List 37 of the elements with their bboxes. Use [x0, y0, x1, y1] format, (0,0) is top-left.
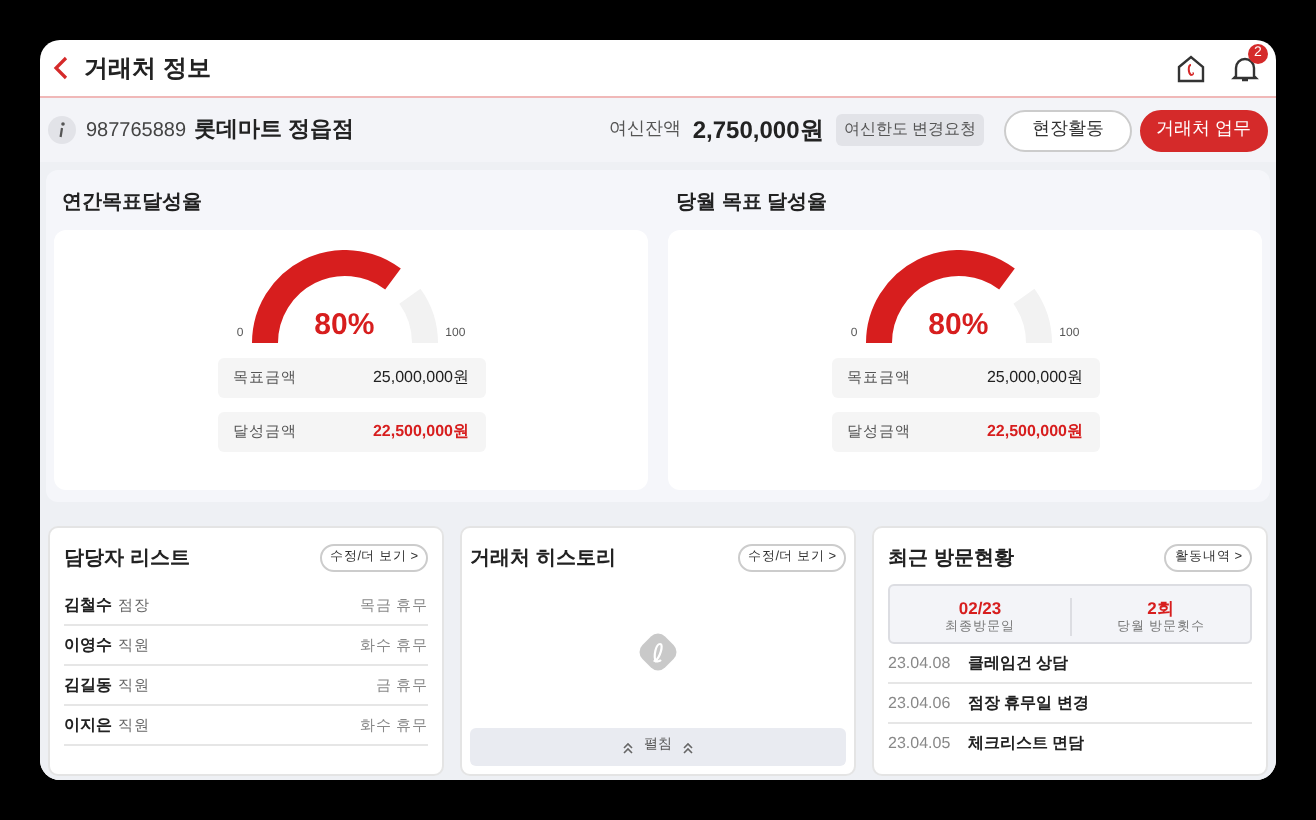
amount-value: 25,000,000원	[986, 366, 1083, 390]
back-icon[interactable]	[52, 54, 72, 82]
double-chevron-icon	[682, 741, 694, 753]
card-title: 거래처 히스토리	[470, 545, 616, 573]
visit-date: 23.04.08	[888, 651, 953, 675]
gauge-percent: 80%	[312, 305, 377, 345]
gauge-percent: 80%	[926, 305, 991, 345]
bell-icon[interactable]	[1230, 53, 1260, 83]
home-icon[interactable]	[1176, 53, 1206, 83]
panel-title: 연간목표달성율	[60, 190, 204, 218]
contact-name: 이영수	[64, 633, 112, 657]
window-title: 거래처 정보	[84, 52, 211, 86]
action-button[interactable]: 거래처 업무	[1140, 109, 1268, 151]
card-title: 담당자 리스트	[64, 545, 190, 573]
action-button[interactable]: 현장활동	[1004, 109, 1132, 151]
visit-note: 점장 휴무일 변경	[968, 691, 1089, 715]
amount-value: 22,500,000원	[372, 420, 469, 444]
stat-value: 02/23	[958, 598, 1002, 618]
visit-note: 체크리스트 면담	[968, 732, 1085, 756]
stat-value: 2회	[1147, 598, 1175, 618]
contact-name: 김철수	[64, 593, 112, 617]
card-title: 최근 방문현황	[888, 545, 1014, 573]
info-glyph-icon	[58, 122, 66, 138]
amount-value: 22,500,000원	[986, 420, 1083, 444]
contact-name: 김길동	[64, 673, 112, 697]
balance-label: 여신잔액	[608, 116, 681, 143]
visit-note: 클레임건 상담	[968, 651, 1069, 675]
visit-date: 23.04.06	[888, 691, 953, 715]
double-chevron-icon	[622, 741, 634, 753]
store-code: 987765889	[86, 117, 187, 145]
visit-date: 23.04.05	[888, 732, 953, 756]
amount-value: 25,000,000원	[372, 366, 469, 390]
store-name: 롯데마트 정읍점	[194, 115, 355, 146]
panel-title: 당월 목표 달성율	[674, 190, 830, 218]
balance-value: 2,750,000원	[692, 114, 824, 148]
limit-change-button[interactable]: 여신한도 변경요청	[835, 114, 984, 146]
contact-name: 이지은	[64, 713, 112, 737]
